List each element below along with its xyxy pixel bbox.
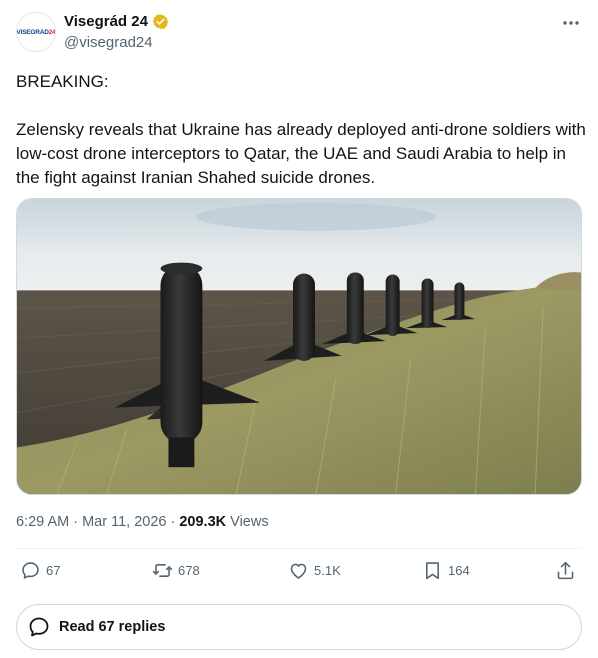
tweet-text-line-breaking: BREAKING:: [16, 72, 109, 91]
bookmark-button[interactable]: 164: [422, 560, 470, 581]
like-count: 5.1K: [314, 563, 341, 578]
tweet-text: BREAKING: Zelensky reveals that Ukraine …: [16, 70, 586, 190]
tweet-image[interactable]: [16, 198, 582, 495]
reply-icon: [22, 562, 39, 579]
share-button[interactable]: [555, 560, 576, 581]
views-count: 209.3K: [179, 514, 227, 530]
reply-count: 67: [46, 563, 61, 578]
tweet-date[interactable]: Mar 11, 2026: [82, 514, 166, 530]
tweet-text-body: Zelensky reveals that Ukraine has alread…: [16, 120, 586, 187]
reply-button[interactable]: 67: [20, 560, 60, 581]
avatar[interactable]: VISEGRAD24: [16, 12, 56, 52]
display-name-row[interactable]: Visegrád 24: [64, 13, 169, 30]
more-dots-icon[interactable]: [562, 20, 580, 26]
tweet-meta: 6:29 AM · Mar 11, 2026 · 209.3K Views: [16, 514, 269, 530]
read-replies-button[interactable]: Read 67 replies: [16, 604, 582, 650]
share-icon: [557, 561, 574, 580]
views-label: Views: [226, 514, 269, 530]
tweet-time[interactable]: 6:29 AM: [16, 514, 69, 530]
like-button[interactable]: 5.1K: [288, 560, 341, 581]
meta-separator: ·: [166, 514, 180, 530]
verified-badge-icon: [152, 14, 169, 29]
repost-button[interactable]: 678: [152, 560, 200, 581]
heart-icon: [290, 563, 307, 579]
read-replies-label: Read 67 replies: [59, 619, 166, 635]
tweet-header: VISEGRAD24 Visegrád 24 @visegrad24: [16, 12, 582, 56]
action-bar: 67 678 5.1K 164: [16, 560, 582, 588]
display-name[interactable]: Visegrád 24: [64, 13, 148, 30]
avatar-logo: VISEGRAD24: [16, 28, 56, 36]
bookmark-icon: [426, 562, 439, 580]
bookmark-count: 164: [448, 563, 470, 578]
drone-interceptors-photo: [17, 199, 581, 494]
repost-icon: [152, 564, 173, 577]
repost-count: 678: [178, 563, 200, 578]
author-handle[interactable]: @visegrad24: [64, 34, 169, 51]
author-block: Visegrád 24 @visegrad24: [64, 13, 169, 51]
divider: [16, 548, 582, 549]
reply-bubble-icon: [29, 617, 49, 637]
meta-separator: ·: [69, 514, 83, 530]
